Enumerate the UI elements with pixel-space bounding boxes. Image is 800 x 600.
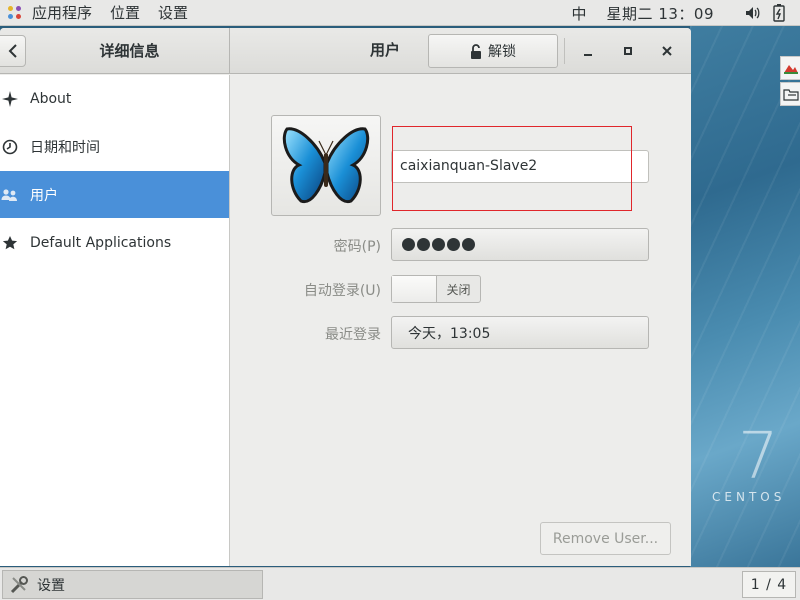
top-menu: 应用程序 位置 设置 xyxy=(0,0,198,26)
places-menu[interactable]: 位置 xyxy=(102,2,150,23)
unlock-button[interactable]: 解锁 xyxy=(428,34,558,68)
apps-icon xyxy=(8,5,22,20)
users-icon xyxy=(1,186,19,204)
last-login-button[interactable]: 今天，13:05 xyxy=(391,316,649,349)
taskbar-item-label: 设置 xyxy=(37,577,65,594)
desktop-side-icons xyxy=(780,56,800,108)
last-login-label: 最近登录 xyxy=(325,327,381,343)
autologin-switch[interactable]: 关闭 xyxy=(391,275,481,303)
settings-menu[interactable]: 设置 xyxy=(150,2,198,23)
workspace-indicator[interactable]: 1 / 4 xyxy=(742,571,796,598)
remove-user-button[interactable]: Remove User... xyxy=(540,522,671,555)
user-avatar-button[interactable] xyxy=(271,115,381,216)
monitor-icon[interactable] xyxy=(780,56,800,80)
switch-knob xyxy=(392,276,437,302)
sidebar-title: 详细信息 xyxy=(99,42,160,60)
close-button[interactable] xyxy=(655,39,679,63)
sidebar: About 日期和时间 用户 Default Applications xyxy=(0,75,230,566)
volume-icon[interactable] xyxy=(744,4,762,22)
header-separator xyxy=(564,38,565,64)
password-dot xyxy=(402,238,415,251)
sidebar-header: 详细信息 xyxy=(0,28,230,74)
battery-icon[interactable] xyxy=(770,4,788,22)
sidebar-item-datetime[interactable]: 日期和时间 xyxy=(0,123,229,170)
clock-icon xyxy=(1,138,19,156)
autologin-label: 自动登录(U) xyxy=(303,283,381,299)
user-panel: caixianquan-Slave2 密码(P) 自动登录(U) 关闭 最近登录… xyxy=(231,75,691,566)
password-dot xyxy=(447,238,460,251)
bottom-taskbar: 设置 1 / 4 xyxy=(0,567,800,600)
sidebar-item-label: Default Applications xyxy=(30,234,172,251)
star-icon xyxy=(1,234,19,252)
maximize-icon xyxy=(624,47,632,55)
star-spark-icon xyxy=(1,90,19,108)
maximize-button[interactable] xyxy=(616,39,640,63)
unlock-label: 解锁 xyxy=(488,44,516,60)
sidebar-item-users[interactable]: 用户 xyxy=(0,171,229,218)
password-dot xyxy=(417,238,430,251)
minimize-icon xyxy=(584,54,592,56)
lock-icon xyxy=(470,43,482,59)
folder-icon[interactable] xyxy=(780,82,800,106)
header-bar: 详细信息 用户 解锁 xyxy=(0,28,691,74)
sidebar-item-about[interactable]: About xyxy=(0,75,229,122)
settings-window: 详细信息 用户 解锁 About 日期和时间 用户 Default Applic… xyxy=(0,28,691,566)
sidebar-item-label: 用户 xyxy=(30,187,58,204)
centos-logo-number: 7 xyxy=(738,420,779,494)
settings-tools-icon xyxy=(9,575,29,595)
status-area: 中 星期二 13：09 xyxy=(572,0,788,26)
username-field[interactable]: caixianquan-Slave2 xyxy=(391,150,649,183)
chevron-left-icon xyxy=(8,44,17,58)
back-button[interactable] xyxy=(0,35,26,67)
password-dot xyxy=(462,238,475,251)
centos-logo-word: CENTOS xyxy=(712,490,786,504)
close-icon xyxy=(662,46,672,56)
sidebar-item-default-apps[interactable]: Default Applications xyxy=(0,219,229,266)
input-method-indicator[interactable]: 中 xyxy=(572,3,587,24)
clock[interactable]: 星期二 13：09 xyxy=(607,3,714,24)
taskbar-item-settings[interactable]: 设置 xyxy=(2,570,263,599)
page-title: 用户 xyxy=(369,41,400,59)
sidebar-item-label: 日期和时间 xyxy=(30,139,100,156)
password-label: 密码(P) xyxy=(333,239,381,255)
butterfly-icon xyxy=(282,126,370,203)
minimize-button[interactable] xyxy=(576,39,600,63)
sidebar-item-label: About xyxy=(30,90,72,107)
password-button[interactable] xyxy=(391,228,649,261)
password-dot xyxy=(432,238,445,251)
switch-state-label: 关闭 xyxy=(446,282,471,297)
top-panel: 应用程序 位置 设置 中 星期二 13：09 xyxy=(0,0,800,26)
applications-menu[interactable]: 应用程序 xyxy=(24,2,102,23)
